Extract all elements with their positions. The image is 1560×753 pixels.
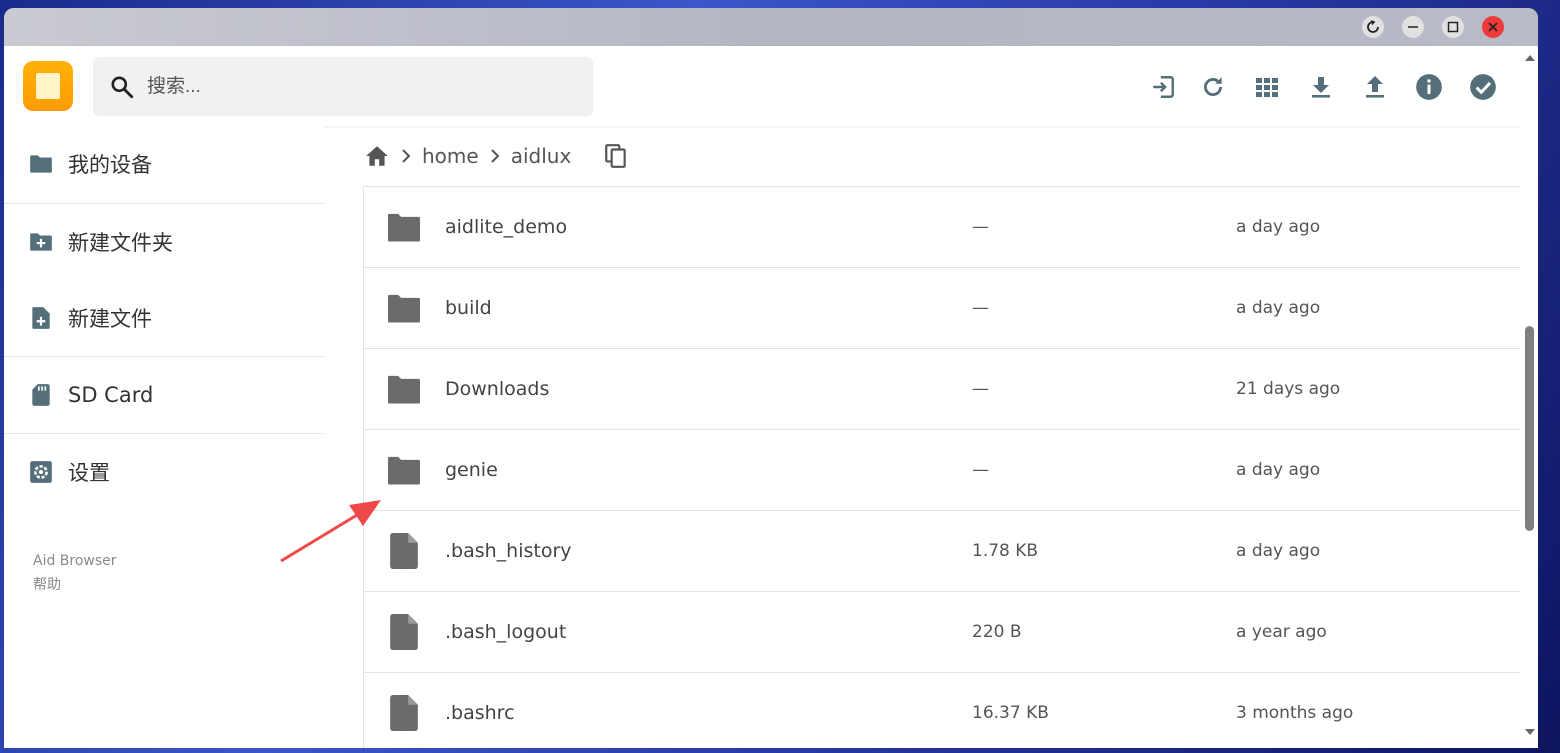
file-icon: [390, 614, 418, 650]
file-size: 16.37 KB: [972, 703, 1049, 723]
file-name: build: [445, 297, 492, 319]
folder-icon: [388, 294, 420, 323]
app-name-text: Aid Browser: [33, 553, 117, 569]
restore-icon[interactable]: [1362, 16, 1384, 38]
file-modified: 21 days ago: [1236, 379, 1341, 399]
chevron-right-icon: [402, 149, 411, 163]
breadcrumb: home aidlux: [364, 136, 629, 176]
search-box: [93, 57, 593, 116]
folder-icon: [388, 213, 420, 242]
file-modified: a day ago: [1236, 541, 1321, 561]
sidebar-item-new-folder[interactable]: 新建文件夹: [4, 204, 324, 280]
file-size: 1.78 KB: [972, 541, 1039, 561]
file-modified: a day ago: [1236, 298, 1321, 318]
file-add-icon: [32, 307, 50, 329]
scrollbar-thumb[interactable]: [1525, 326, 1534, 531]
grid-view-icon[interactable]: [1250, 70, 1284, 104]
refresh-icon[interactable]: [1196, 70, 1230, 104]
scroll-down-icon[interactable]: [1525, 728, 1535, 736]
file-row[interactable]: build — a day ago: [364, 268, 1521, 349]
folder-icon: [30, 155, 52, 173]
minimize-icon[interactable]: [1402, 16, 1424, 38]
file-size: —: [972, 217, 989, 237]
select-all-icon[interactable]: [1466, 70, 1500, 104]
folder-icon: [388, 456, 420, 485]
gear-icon: [30, 461, 52, 483]
search-input[interactable]: [145, 69, 569, 105]
sidebar-item-new-file[interactable]: 新建文件: [4, 280, 324, 356]
sidebar-item-label: 我的设备: [68, 153, 152, 177]
file-size: —: [972, 298, 989, 318]
home-icon[interactable]: [364, 143, 390, 169]
annotation-arrow-icon: [280, 500, 381, 563]
chevron-right-icon: [490, 149, 500, 163]
breadcrumb-aidlux[interactable]: aidlux: [511, 144, 572, 168]
file-modified: a day ago: [1236, 460, 1321, 480]
file-name: .bash_logout: [445, 621, 567, 643]
file-size: —: [972, 379, 989, 399]
app-logo: [23, 61, 73, 111]
file-row[interactable]: genie — a day ago: [364, 430, 1521, 511]
file-name: aidlite_demo: [445, 216, 568, 238]
file-icon: [390, 533, 418, 569]
sidebar-item-label: SD Card: [68, 383, 154, 407]
info-icon[interactable]: [1412, 70, 1446, 104]
exit-icon[interactable]: [1146, 70, 1180, 104]
file-name: genie: [445, 459, 498, 481]
file-modified: 3 months ago: [1236, 703, 1354, 723]
sidebar: 我的设备 新建文件夹 新建文件 SD Card 设置 Aid Browser 帮…: [4, 126, 324, 748]
file-list: aidlite_demo — a day ago build — a day a…: [363, 186, 1522, 748]
sidebar-item-label: 新建文件: [68, 307, 152, 331]
app-window: 我的设备 新建文件夹 新建文件 SD Card 设置 Aid Browser 帮…: [4, 8, 1538, 748]
sidebar-item-label: 设置: [68, 461, 110, 485]
title-bar: [4, 8, 1538, 46]
scrollbar[interactable]: [1520, 46, 1538, 748]
folder-add-icon: [30, 233, 52, 251]
app-toolbar: [4, 46, 1520, 126]
copy-icon[interactable]: [603, 143, 629, 169]
sidebar-item-sd-card[interactable]: SD Card: [4, 357, 324, 433]
sd-card-icon: [32, 384, 50, 406]
file-row[interactable]: .bash_history 1.78 KB a day ago: [364, 511, 1521, 592]
breadcrumb-home[interactable]: home: [422, 144, 479, 168]
folder-icon: [388, 375, 420, 404]
maximize-icon[interactable]: [1442, 16, 1464, 38]
file-name: .bashrc: [445, 702, 515, 724]
scroll-up-icon[interactable]: [1525, 54, 1535, 62]
file-row[interactable]: Downloads — 21 days ago: [364, 349, 1521, 430]
file-name: .bash_history: [445, 540, 572, 562]
file-row[interactable]: .bash_logout 220 B a year ago: [364, 592, 1521, 673]
file-modified: a year ago: [1236, 622, 1327, 642]
download-icon[interactable]: [1304, 70, 1338, 104]
close-icon[interactable]: [1482, 16, 1504, 38]
document-icon: [36, 73, 60, 99]
sidebar-item-my-device[interactable]: 我的设备: [4, 126, 324, 202]
file-icon: [390, 695, 418, 731]
sidebar-item-settings[interactable]: 设置: [4, 434, 324, 510]
sidebar-item-label: 新建文件夹: [68, 231, 173, 255]
help-link[interactable]: 帮助: [33, 574, 61, 594]
upload-icon[interactable]: [1358, 70, 1392, 104]
file-name: Downloads: [445, 378, 550, 400]
file-row[interactable]: aidlite_demo — a day ago: [364, 187, 1521, 268]
file-size: 220 B: [972, 622, 1022, 642]
search-icon: [111, 76, 134, 99]
file-row[interactable]: .bashrc 16.37 KB 3 months ago: [364, 673, 1521, 748]
file-size: —: [972, 460, 989, 480]
file-modified: a day ago: [1236, 217, 1321, 237]
